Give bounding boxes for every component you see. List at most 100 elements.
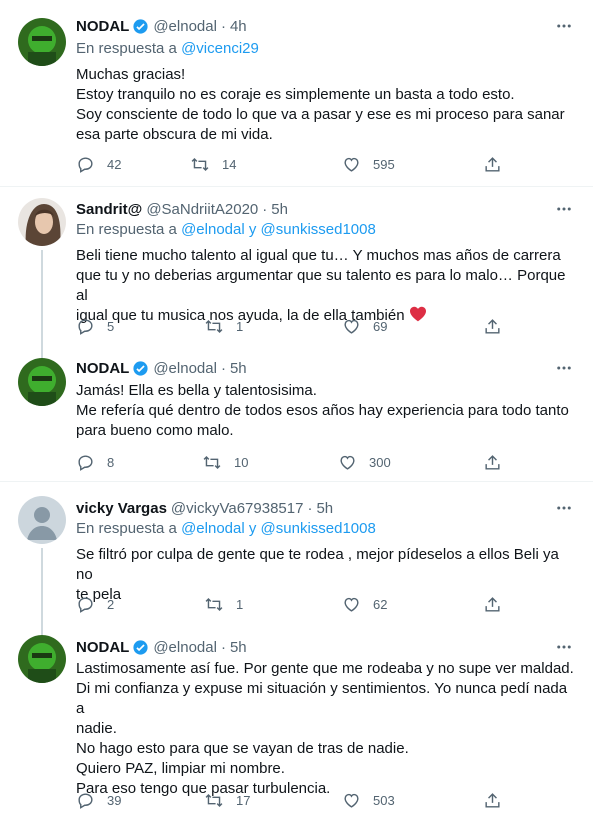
retweet-button[interactable]: 14 — [190, 155, 236, 174]
reply-button[interactable]: 5 — [76, 317, 114, 336]
tweet-time[interactable]: 4h — [230, 18, 247, 35]
mention-link[interactable]: @elnodal — [181, 221, 245, 238]
tweet-line: Estoy tranquilo no es coraje es simpleme… — [76, 86, 515, 103]
like-icon — [340, 455, 355, 470]
retweet-count: 14 — [222, 157, 237, 172]
reply-conjunction: y — [248, 520, 257, 537]
reply-context: En respuesta a @elnodal y @sunkissed1008 — [76, 520, 376, 537]
tweet-line: Di mi confianza y expuse mi situación y … — [76, 680, 568, 717]
author-name[interactable]: vicky Vargas — [76, 500, 167, 517]
like-button[interactable]: 595 — [342, 155, 395, 174]
avatar-nodal[interactable] — [18, 635, 66, 683]
reply-count: 2 — [107, 597, 115, 612]
author-handle[interactable]: @elnodal — [153, 18, 217, 35]
tweet-time[interactable]: 5h — [230, 360, 247, 377]
author-handle[interactable]: @elnodal — [153, 360, 217, 377]
reply-button[interactable]: 2 — [76, 595, 114, 614]
like-button[interactable]: 62 — [342, 595, 387, 614]
tweet-text: Jamás! Ella es bella y talentosisima. Me… — [76, 381, 576, 441]
avatar-sandrita[interactable] — [18, 198, 66, 246]
like-icon — [344, 597, 359, 612]
like-count: 503 — [373, 793, 395, 808]
retweet-button[interactable]: 1 — [204, 317, 243, 336]
tweet-line: Lastimosamente así fue. Por gente que me… — [76, 660, 574, 677]
tweet[interactable]: vicky Vargas @vickyVa67938517 · 5h En re… — [0, 482, 593, 642]
tweet-line: Se filtró por culpa de gente que te rode… — [76, 546, 559, 583]
like-icon — [344, 793, 359, 808]
avatar-nodal[interactable] — [18, 18, 66, 66]
tweet-text: Beli tiene mucho talento al igual que tu… — [76, 246, 576, 326]
reply-icon — [78, 597, 93, 613]
author-handle[interactable]: @SaNdriitA2020 — [146, 201, 258, 218]
reply-count: 39 — [107, 793, 122, 808]
tweet-time[interactable]: 5h — [230, 639, 247, 656]
verified-badge-icon — [132, 639, 149, 656]
like-count: 595 — [373, 157, 395, 172]
tweet-time[interactable]: 5h — [271, 201, 288, 218]
reply-icon — [78, 319, 93, 335]
like-count: 62 — [373, 597, 388, 612]
mention-link[interactable]: @elnodal — [181, 520, 245, 537]
reply-prefix: En respuesta a — [76, 40, 177, 57]
reply-count: 8 — [107, 455, 115, 470]
tweet-line: nadie. — [76, 720, 117, 737]
retweet-button[interactable]: 17 — [204, 791, 250, 810]
reply-conjunction: y — [248, 221, 257, 238]
reply-button[interactable]: 39 — [76, 791, 121, 810]
author-name[interactable]: NODAL — [76, 639, 129, 656]
mention-link[interactable]: @sunkissed1008 — [261, 520, 376, 537]
retweet-icon — [191, 157, 209, 172]
tweet[interactable]: NODAL @elnodal · 5h Jamás! Ella es bella… — [0, 345, 593, 482]
author-name[interactable]: NODAL — [76, 360, 129, 377]
tweet-time[interactable]: 5h — [316, 500, 333, 517]
retweet-count: 1 — [236, 319, 244, 334]
reply-button[interactable]: 42 — [76, 155, 121, 174]
tweet-line: Muchas gracias! — [76, 66, 186, 83]
mention-link[interactable]: @sunkissed1008 — [261, 221, 376, 238]
retweet-button[interactable]: 1 — [204, 595, 243, 614]
reply-icon — [78, 793, 93, 809]
tweet-line: esa parte obscura de mi vida. — [76, 126, 273, 143]
author-name[interactable]: Sandrit@ — [76, 201, 142, 218]
share-button[interactable] — [483, 155, 502, 174]
reply-button[interactable]: 8 — [76, 453, 114, 472]
more-icon[interactable] — [555, 499, 573, 521]
tweet-line: para bueno como malo. — [76, 422, 234, 439]
like-count: 300 — [369, 455, 391, 470]
action-bar: 39 17 503 — [76, 791, 516, 811]
action-bar: 5 1 69 — [76, 317, 516, 337]
action-bar: 42 14 595 — [76, 155, 516, 175]
reply-count: 5 — [107, 319, 115, 334]
avatar-default[interactable] — [18, 496, 66, 544]
author-handle[interactable]: @elnodal — [153, 639, 217, 656]
tweet[interactable]: Sandrit@ @SaNdriitA2020 · 5h En respuest… — [0, 186, 593, 364]
reply-prefix: En respuesta a — [76, 520, 177, 537]
reply-icon — [78, 157, 93, 173]
mention-link[interactable]: @vicenci29 — [181, 40, 259, 57]
more-icon[interactable] — [555, 638, 573, 660]
reply-icon — [78, 455, 93, 471]
like-button[interactable]: 300 — [338, 453, 391, 472]
share-button[interactable] — [483, 595, 502, 614]
retweet-count: 10 — [234, 455, 249, 470]
tweet[interactable]: NODAL @elnodal · 4h En respuesta a @vice… — [0, 0, 593, 187]
like-button[interactable]: 503 — [342, 791, 395, 810]
tweet[interactable]: NODAL @elnodal · 5h Lastimosamente así f… — [0, 625, 593, 818]
like-button[interactable]: 69 — [342, 317, 387, 336]
retweet-icon — [205, 597, 223, 612]
more-icon[interactable] — [555, 359, 573, 381]
more-icon[interactable] — [555, 200, 573, 222]
author-name[interactable]: NODAL — [76, 18, 129, 35]
more-icon[interactable] — [555, 17, 573, 39]
verified-badge-icon — [132, 360, 149, 377]
author-handle[interactable]: @vickyVa67938517 — [171, 500, 304, 517]
like-icon — [344, 319, 359, 334]
share-button[interactable] — [483, 453, 502, 472]
retweet-button[interactable]: 10 — [202, 453, 248, 472]
avatar-nodal[interactable] — [18, 358, 66, 406]
separator-dot: · — [307, 499, 313, 517]
reply-count: 42 — [107, 157, 122, 172]
share-button[interactable] — [483, 791, 502, 810]
share-button[interactable] — [483, 317, 502, 336]
tweet-line: Soy consciente de todo lo que va a pasar… — [76, 106, 565, 123]
